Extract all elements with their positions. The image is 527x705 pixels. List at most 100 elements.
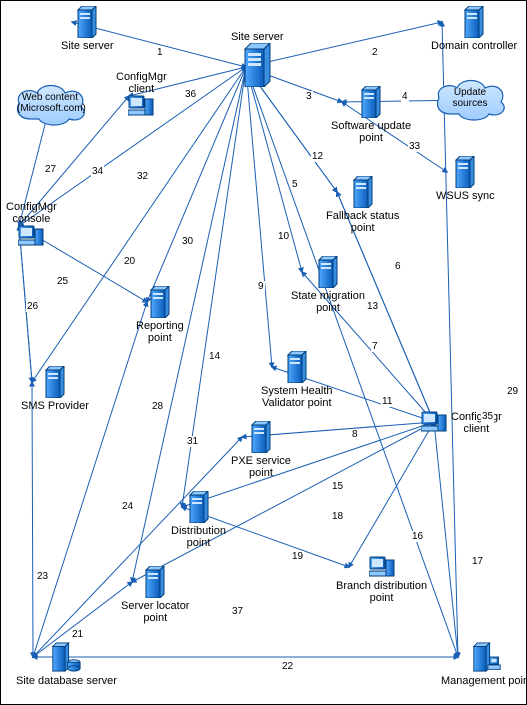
edge-label-9: 9	[257, 281, 265, 292]
edge-label-33: 33	[408, 141, 421, 152]
edge-label-8: 8	[351, 429, 359, 440]
node-server_locator_point: Server locatorpoint	[121, 566, 189, 624]
client-pc-icon	[421, 411, 447, 433]
client-pc-icon	[369, 556, 395, 578]
edge-label-2: 2	[371, 47, 379, 58]
node-label: State migrationpoint	[291, 290, 365, 314]
node-label: WSUS sync	[436, 190, 495, 202]
node-system_health_validator: System HealthValidator point	[261, 351, 333, 409]
edge-label-13: 13	[366, 301, 379, 312]
edge-label-19: 19	[291, 551, 304, 562]
node-label: Server locatorpoint	[121, 600, 189, 624]
edge-label-14: 14	[208, 351, 221, 362]
node-label: ConfigMgrclient	[116, 71, 167, 95]
node-reporting_point: Reportingpoint	[136, 286, 184, 344]
edge-label-26: 26	[26, 301, 39, 312]
edge-label-36: 36	[184, 89, 197, 100]
edge-label-31: 31	[186, 436, 199, 447]
node-label: Domain controller	[431, 40, 517, 52]
edge-label-32: 32	[136, 171, 149, 182]
edge-10	[246, 67, 302, 272]
edge-17	[434, 422, 458, 657]
node-site_database_server: Site database server	[16, 641, 117, 687]
node-label: Software updatepoint	[331, 120, 411, 144]
node-label: Distributionpoint	[171, 525, 226, 549]
server-icon	[188, 491, 210, 523]
client-pc-icon	[128, 95, 154, 117]
edge-label-1: 1	[156, 47, 164, 58]
edge-label-24: 24	[121, 501, 134, 512]
configmgr-architecture-diagram: Site server Domain controller Site server C…	[0, 0, 527, 705]
server-icon	[360, 86, 382, 118]
server-icon	[250, 421, 272, 453]
edge-label-30: 30	[181, 236, 194, 247]
node-label: Site server	[61, 40, 114, 52]
edge-label-35: 35	[481, 411, 494, 422]
server-icon	[76, 6, 98, 38]
node-wsus_sync: WSUS sync	[436, 156, 495, 202]
edge-label-29: 29	[506, 386, 519, 397]
node-management_point: Management point	[441, 641, 527, 687]
edge-label-16: 16	[411, 531, 424, 542]
edge-label-7: 7	[371, 341, 379, 352]
node-label: Management point	[441, 675, 527, 687]
edge-label-5: 5	[291, 179, 299, 190]
node-label: SMS Provider	[21, 400, 89, 412]
edge-label-3: 3	[305, 91, 313, 102]
node-state_migration_point: State migrationpoint	[291, 256, 365, 314]
database-server-icon	[51, 641, 81, 673]
server-large-icon	[242, 43, 272, 87]
edge-label-4: 4	[401, 91, 409, 102]
node-domain_controller: Domain controller	[431, 6, 517, 52]
edge-label-10: 10	[277, 231, 290, 242]
server-icon	[454, 156, 476, 188]
node-label: Update sources	[431, 88, 509, 109]
node-fallback_status_point: Fallback statuspoint	[326, 176, 399, 234]
management-server-icon	[472, 641, 502, 673]
node-label: Fallback statuspoint	[326, 210, 399, 234]
edge-label-12: 12	[311, 151, 324, 162]
edge-label-37: 37	[231, 606, 244, 617]
node-configmgr_client_top: ConfigMgrclient	[116, 71, 167, 119]
node-label: Reportingpoint	[136, 320, 184, 344]
server-icon	[317, 256, 339, 288]
node-label: Site server	[231, 31, 284, 43]
node-web_content: Web content (Microsoft.com)	[11, 81, 89, 132]
edge-label-34: 34	[91, 166, 104, 177]
edge-label-17: 17	[471, 556, 484, 567]
node-label: ConfigMgrconsole	[6, 201, 57, 225]
server-icon	[286, 351, 308, 383]
edge-23	[32, 382, 33, 657]
edge-label-22: 22	[281, 661, 294, 672]
edge-label-21: 21	[71, 629, 84, 640]
node-update_sources: Update sources	[431, 76, 509, 127]
server-icon	[463, 6, 485, 38]
node-label: Web content (Microsoft.com)	[11, 93, 89, 114]
edge-label-25: 25	[56, 276, 69, 287]
node-label: System HealthValidator point	[261, 385, 333, 409]
node-distribution_point: Distributionpoint	[171, 491, 226, 549]
edge-label-15: 15	[331, 481, 344, 492]
edge-label-11: 11	[381, 396, 393, 407]
node-site_server_main: Site server	[231, 31, 284, 89]
client-pc-icon	[18, 225, 44, 247]
edge-16	[349, 422, 434, 567]
server-icon	[44, 366, 66, 398]
node-label: Branch distributionpoint	[336, 580, 427, 604]
edge-9	[246, 67, 272, 367]
node-software_update_point: Software updatepoint	[331, 86, 411, 144]
edge-label-18: 18	[331, 511, 344, 522]
server-icon	[144, 566, 166, 598]
server-icon	[352, 176, 374, 208]
server-icon	[149, 286, 171, 318]
edge-label-28: 28	[151, 401, 164, 412]
node-label: ConfigMgrclient	[451, 411, 502, 435]
edge-label-20: 20	[123, 256, 136, 267]
node-branch_dist_point: Branch distributionpoint	[336, 556, 427, 604]
node-label: PXE servicepoint	[231, 455, 291, 479]
node-pxe_service_point: PXE servicepoint	[231, 421, 291, 479]
edge-label-6: 6	[394, 261, 402, 272]
node-sms_provider: SMS Provider	[21, 366, 89, 412]
node-site_server_top: Site server	[61, 6, 114, 52]
edge-label-27: 27	[44, 164, 57, 175]
